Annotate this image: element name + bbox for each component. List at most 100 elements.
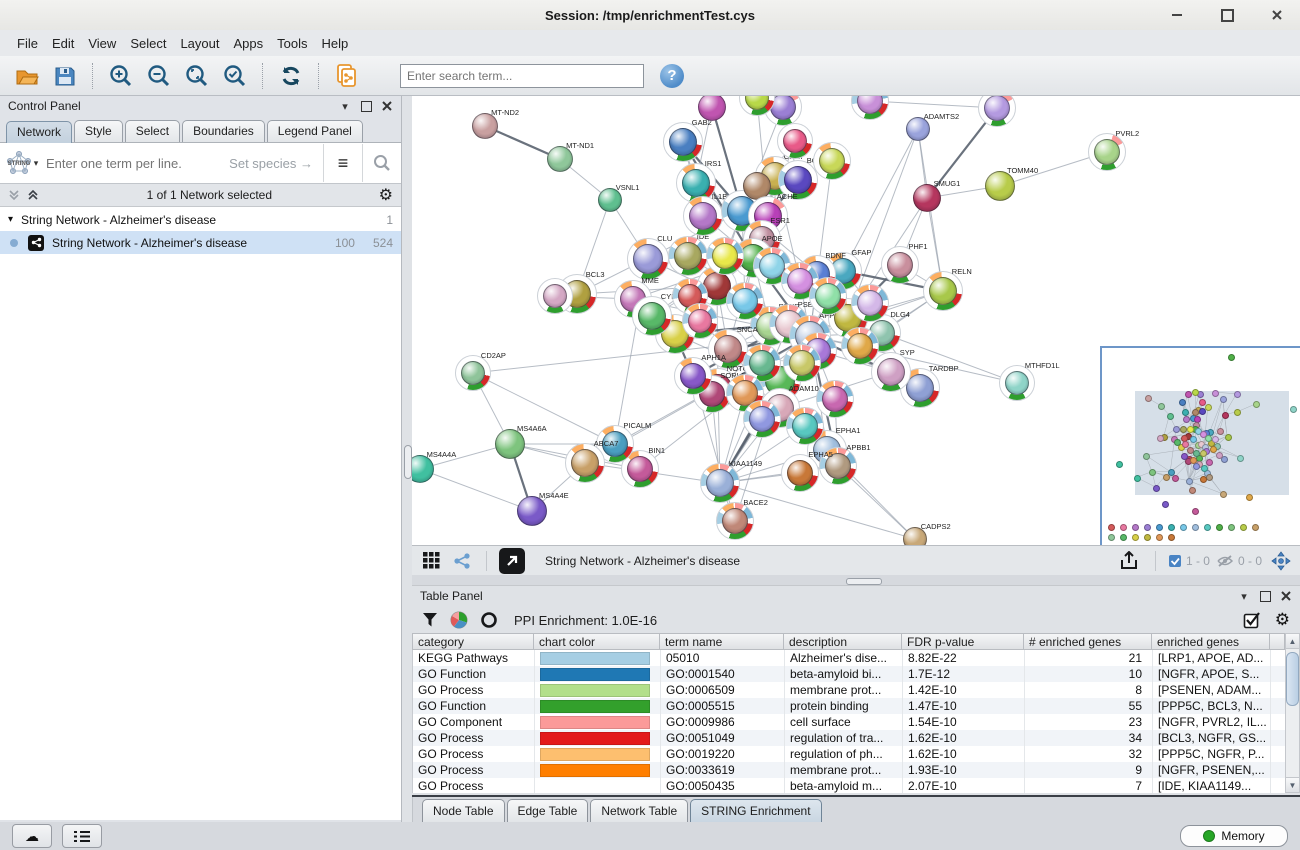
menu-apps[interactable]: Apps <box>227 33 271 54</box>
scrollbar-thumb[interactable] <box>1286 652 1299 706</box>
network-node-smug1[interactable]: SMUG1 <box>912 183 942 213</box>
network-node[interactable] <box>813 142 851 180</box>
tab-boundaries[interactable]: Boundaries <box>182 120 265 142</box>
network-node[interactable] <box>851 96 889 120</box>
network-node-vsnl1[interactable]: VSNL1 <box>597 187 623 213</box>
zoom-out-button[interactable] <box>142 60 176 92</box>
zoom-in-button[interactable] <box>104 60 138 92</box>
memory-button[interactable]: Memory <box>1180 825 1288 847</box>
refresh-button[interactable] <box>274 60 308 92</box>
panel-close-icon[interactable] <box>381 100 393 112</box>
hidden-edges-indicator[interactable]: 0 - 0 <box>1216 554 1262 568</box>
network-node[interactable] <box>739 96 775 116</box>
menu-select[interactable]: Select <box>123 33 173 54</box>
cloud-status-button[interactable]: ☁ <box>12 824 52 848</box>
network-node[interactable] <box>743 400 781 438</box>
network-node[interactable] <box>816 380 854 418</box>
string-view-button[interactable] <box>450 549 474 573</box>
tab-legend-panel[interactable]: Legend Panel <box>267 120 363 142</box>
detach-view-button[interactable] <box>499 548 525 574</box>
tab-string-enrichment[interactable]: STRING Enrichment <box>690 799 821 822</box>
hidden-nodes-indicator[interactable]: 1 - 0 <box>1168 554 1210 568</box>
network-node-il1b[interactable]: IL1B <box>683 196 723 236</box>
network-node-adamts2[interactable]: ADAMTS2 <box>905 116 931 142</box>
minimize-button[interactable] <box>1164 5 1190 25</box>
pie-chart-icon[interactable] <box>450 611 468 629</box>
network-node[interactable] <box>841 327 879 365</box>
select-all-icon[interactable] <box>1243 611 1261 629</box>
network-node[interactable] <box>726 282 764 320</box>
help-button[interactable]: ? <box>660 64 684 88</box>
menu-view[interactable]: View <box>81 33 123 54</box>
menu-file[interactable]: File <box>10 33 45 54</box>
open-session-button[interactable] <box>10 60 44 92</box>
task-history-button[interactable] <box>62 824 102 848</box>
table-row[interactable]: GO ProcessGO:0019220regulation of ph...1… <box>413 746 1285 762</box>
splitter-handle[interactable] <box>846 578 882 585</box>
table-row[interactable]: GO ProcessGO:0050435beta-amyloid m...2.0… <box>413 778 1285 793</box>
panel-close-icon[interactable] <box>1280 590 1292 602</box>
network-node-bace2[interactable]: BACE2 <box>716 502 754 540</box>
string-search-button[interactable] <box>362 144 401 182</box>
table-row[interactable]: GO FunctionGO:0001540beta-amyloid bi...1… <box>413 666 1285 682</box>
column-header-description[interactable]: description <box>784 633 902 650</box>
table-row[interactable]: GO ProcessGO:0006509membrane prot...1.42… <box>413 682 1285 698</box>
network-node[interactable] <box>809 277 847 315</box>
network-node-clu[interactable]: CLU <box>627 238 669 280</box>
panel-float-icon[interactable] <box>360 100 372 112</box>
string-protein-query-selector[interactable]: STRING ▾ <box>0 144 44 182</box>
network-node-mt-nd1[interactable]: MT-ND1 <box>546 145 574 173</box>
tab-select[interactable]: Select <box>125 120 180 142</box>
network-node-reln[interactable]: RELN <box>923 271 963 311</box>
birdseye-toggle-button[interactable] <box>1268 548 1294 574</box>
network-node-tomm40[interactable]: TOMM40 <box>984 170 1016 202</box>
network-node-abca7[interactable]: ABCA7 <box>565 443 605 483</box>
network-node[interactable] <box>777 123 813 159</box>
menu-edit[interactable]: Edit <box>45 33 81 54</box>
column-header-FDR-p-value[interactable]: FDR p-value <box>902 633 1024 650</box>
string-term-input[interactable] <box>44 155 229 172</box>
gear-icon[interactable]: ⚙ <box>379 185 393 205</box>
table-row[interactable]: GO ProcessGO:0051049regulation of tra...… <box>413 730 1285 746</box>
tree-expand-icon[interactable]: ▾ <box>8 214 13 225</box>
tab-node-table[interactable]: Node Table <box>422 799 505 822</box>
save-session-button[interactable] <box>48 60 82 92</box>
maximize-button[interactable] <box>1214 5 1240 25</box>
search-input[interactable] <box>400 64 644 88</box>
collapse-all-icon[interactable] <box>8 189 21 201</box>
network-node-pvrl2[interactable]: PVRL2 <box>1088 133 1126 171</box>
expand-all-icon[interactable] <box>27 189 40 201</box>
network-node-ms4a6a[interactable]: MS4A6A <box>494 428 526 460</box>
network-node[interactable] <box>706 237 744 275</box>
network-node-aph1a[interactable]: APH1A <box>674 357 712 395</box>
network-node[interactable] <box>851 284 889 322</box>
export-network-button[interactable] <box>1115 548 1143 574</box>
network-node[interactable] <box>537 278 573 314</box>
menu-tools[interactable]: Tools <box>270 33 314 54</box>
network-node-mt-nd2[interactable]: MT-ND2 <box>471 112 499 140</box>
column-header-enriched-genes[interactable]: enriched genes <box>1152 633 1270 650</box>
network-node-epha5[interactable]: EPHA5 <box>781 454 819 492</box>
clone-network-button[interactable] <box>330 60 364 92</box>
tab-network[interactable]: Network <box>6 121 72 143</box>
network-node[interactable] <box>697 96 727 122</box>
tab-edge-table[interactable]: Edge Table <box>507 799 589 822</box>
panel-float-icon[interactable] <box>1259 590 1271 602</box>
panel-menu-icon[interactable]: ▾ <box>1238 590 1250 602</box>
table-vertical-scrollbar[interactable]: ▲ ▼ <box>1285 633 1300 793</box>
column-header--enriched-genes[interactable]: # enriched genes <box>1024 633 1152 650</box>
menu-layout[interactable]: Layout <box>173 33 226 54</box>
birds-eye-view[interactable] <box>1100 346 1300 546</box>
panel-menu-icon[interactable]: ▾ <box>339 100 351 112</box>
grid-mode-button[interactable] <box>418 549 444 573</box>
column-header-chart-color[interactable]: chart color <box>534 633 660 650</box>
network-node-cadps2[interactable]: CADPS2 <box>902 526 928 546</box>
string-options-button[interactable]: ≡ <box>323 144 362 182</box>
menu-help[interactable]: Help <box>315 33 356 54</box>
filter-icon[interactable] <box>422 612 438 628</box>
network-row[interactable]: String Network - Alzheimer's disease 100… <box>0 231 401 254</box>
network-node[interactable] <box>978 96 1016 127</box>
donut-chart-icon[interactable] <box>480 611 498 629</box>
zoom-fit-button[interactable] <box>180 60 214 92</box>
network-collection-row[interactable]: ▾ String Network - Alzheimer's disease 1 <box>0 208 401 231</box>
